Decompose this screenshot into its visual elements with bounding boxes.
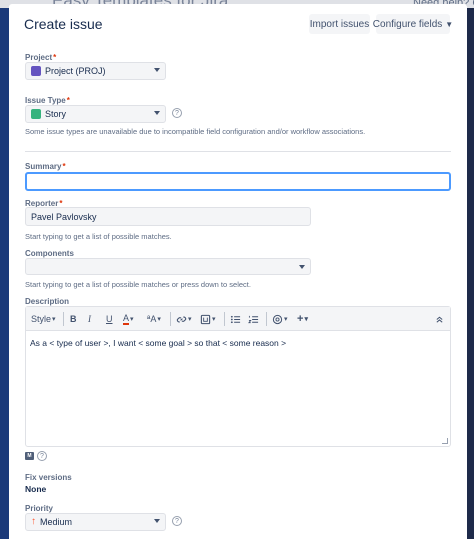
- priority-select[interactable]: ↑ Medium: [25, 513, 166, 531]
- markdown-toggle-button[interactable]: M: [25, 452, 34, 460]
- more-formatting-button[interactable]: ªA ▾: [147, 312, 161, 326]
- collapse-toolbar-button[interactable]: [435, 312, 444, 326]
- bullet-list-button[interactable]: [230, 312, 241, 326]
- underline-button[interactable]: U: [106, 312, 113, 326]
- required-asterisk: *: [66, 96, 70, 105]
- plus-icon: +: [297, 313, 304, 325]
- description-label: Description: [25, 297, 70, 306]
- toolbar-separator: [224, 312, 225, 326]
- help-icon[interactable]: ?: [172, 108, 182, 118]
- story-icon: [31, 109, 41, 119]
- summary-input[interactable]: [25, 172, 451, 191]
- help-icon[interactable]: ?: [172, 516, 182, 526]
- components-hint: Start typing to get a list of possible m…: [25, 280, 251, 289]
- reporter-value: Pavel Pavlovsky: [31, 211, 97, 222]
- priority-label: Priority: [25, 504, 54, 513]
- configure-fields-button[interactable]: Configure fields ▼: [372, 14, 454, 34]
- caret-down-icon: [154, 111, 160, 115]
- chevron-down-icon: ▾: [52, 316, 56, 323]
- description-editor[interactable]: Style ▾ B I U A ▾ ªA ▾ ▾ ▾ ▾ + ▾ As a < …: [25, 306, 451, 447]
- chevron-down-icon: ▼: [445, 19, 454, 29]
- toolbar-separator: [170, 312, 171, 326]
- help-icon[interactable]: ?: [37, 451, 47, 461]
- mention-icon: [272, 314, 283, 324]
- numbered-list-icon: [248, 315, 259, 323]
- insert-more-button[interactable]: + ▾: [297, 312, 308, 326]
- fix-versions-value[interactable]: None: [25, 484, 46, 494]
- section-divider: [25, 151, 451, 152]
- mention-button[interactable]: ▾: [272, 312, 288, 326]
- bullet-list-icon: [230, 315, 241, 323]
- description-text: As a < type of user >, I want < some goa…: [30, 338, 287, 348]
- insert-media-button[interactable]: ▾: [200, 312, 216, 326]
- fix-versions-label: Fix versions: [25, 473, 72, 482]
- import-issues-label: Import issues: [309, 18, 370, 30]
- arrow-up-icon: ↑: [31, 516, 36, 527]
- bold-button[interactable]: B: [70, 312, 77, 326]
- summary-label: Summary*: [25, 162, 66, 171]
- components-label: Components: [25, 249, 74, 258]
- reporter-input[interactable]: Pavel Pavlovsky: [25, 207, 311, 226]
- double-chevron-up-icon: [436, 316, 443, 323]
- numbered-list-button[interactable]: [248, 312, 259, 326]
- project-label: Project*: [25, 53, 57, 62]
- link-icon: [176, 316, 187, 322]
- components-select[interactable]: [25, 258, 311, 275]
- issue-type-label: Issue Type*: [25, 96, 70, 105]
- project-select[interactable]: Project (PROJ): [25, 62, 166, 80]
- required-asterisk: *: [62, 162, 66, 171]
- chevron-down-icon: ▾: [304, 316, 308, 323]
- project-avatar-icon: [31, 66, 41, 76]
- chevron-down-icon: ▾: [284, 316, 288, 323]
- configure-fields-label: Configure fields: [372, 18, 443, 30]
- resize-handle[interactable]: [442, 438, 448, 444]
- project-value: Project (PROJ): [45, 66, 106, 76]
- link-button[interactable]: ▾: [176, 312, 192, 326]
- issue-type-hint: Some issue types are unavailable due to …: [25, 127, 366, 136]
- dialog-title: Create issue: [24, 16, 103, 32]
- caret-down-icon: [154, 68, 160, 72]
- issue-type-value: Story: [45, 109, 67, 119]
- create-issue-dialog: Create issue Import issues Configure fie…: [9, 4, 467, 539]
- background-sidebar: [0, 0, 9, 539]
- italic-button[interactable]: I: [88, 312, 91, 326]
- import-issues-button[interactable]: Import issues: [309, 14, 370, 34]
- chevron-down-icon: ▾: [212, 316, 216, 323]
- text-color-button[interactable]: A ▾: [123, 312, 134, 326]
- reporter-hint: Start typing to get a list of possible m…: [25, 232, 172, 241]
- editor-toolbar: Style ▾ B I U A ▾ ªA ▾ ▾ ▾ ▾ + ▾: [26, 307, 450, 331]
- chevron-down-icon: ▾: [188, 316, 192, 323]
- caret-down-icon: [154, 519, 160, 523]
- priority-value: Medium: [40, 517, 73, 527]
- required-asterisk: *: [53, 53, 57, 62]
- chevron-down-icon: ▾: [157, 316, 161, 323]
- toolbar-separator: [63, 312, 64, 326]
- toolbar-separator: [266, 312, 267, 326]
- caret-down-icon: [299, 265, 305, 269]
- style-dropdown[interactable]: Style ▾: [31, 312, 56, 326]
- chevron-down-icon: ▾: [130, 316, 134, 323]
- attachment-icon: [200, 314, 211, 324]
- issue-type-select[interactable]: Story: [25, 105, 166, 123]
